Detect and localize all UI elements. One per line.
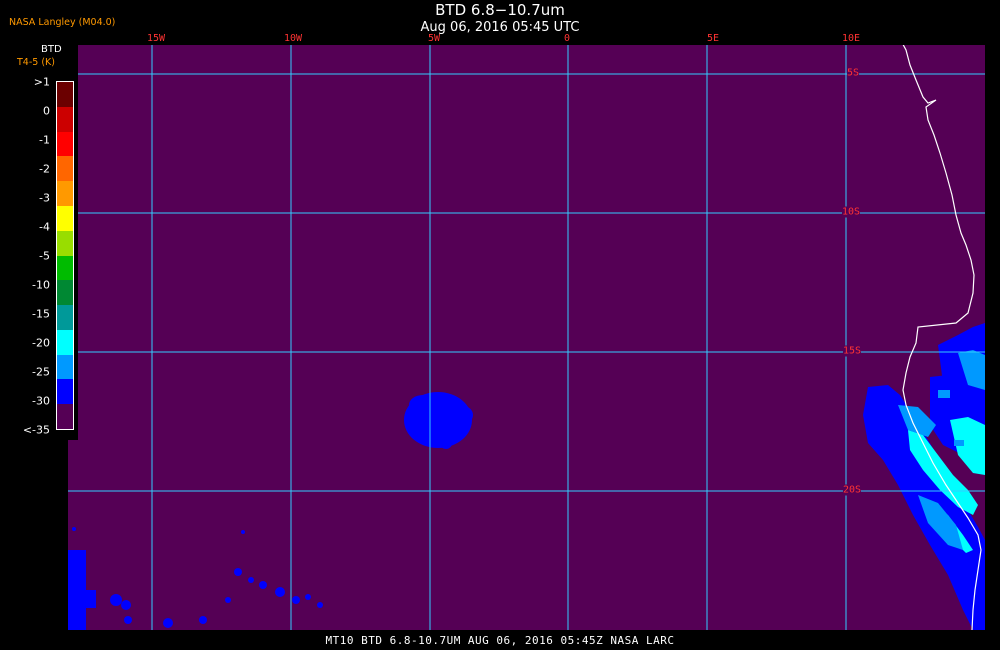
lon-label-5e: 5E	[706, 33, 720, 44]
legend-swatch	[57, 404, 73, 430]
legend-tick-label: -2	[39, 162, 50, 176]
legend-swatch	[57, 82, 73, 108]
legend-tick-label: -15	[32, 307, 50, 321]
footer-caption: MT10 BTD 6.8-10.7UM AUG 06, 2016 05:45Z …	[325, 634, 675, 647]
btd-cloud-features	[68, 323, 985, 630]
lon-label-10e: 10E	[841, 33, 861, 44]
lon-label-15w: 15W	[146, 33, 166, 44]
legend-swatch	[57, 156, 73, 182]
legend-tick-label: -5	[39, 249, 50, 263]
graticule	[68, 45, 985, 630]
legend-swatch	[57, 131, 73, 157]
legend-tick-label: -3	[39, 191, 50, 205]
lon-label-5w: 5W	[427, 33, 441, 44]
legend-swatch	[57, 305, 73, 331]
legend-swatch	[57, 379, 73, 405]
credit-label: NASA Langley (M04.0)	[9, 17, 116, 28]
legend-tick-label: -30	[32, 394, 50, 408]
legend-tick-label: -20	[32, 336, 50, 350]
image-title: BTD 6.8−10.7um	[435, 1, 565, 19]
legend-title: BTD	[41, 44, 62, 55]
legend-units: T4-5 (K)	[17, 57, 55, 68]
lat-label-5s: 5S	[846, 67, 860, 79]
legend-tick-label: -25	[32, 365, 50, 379]
lat-label-20s: 20S	[842, 484, 862, 496]
legend-swatch	[57, 255, 73, 281]
legend-tick-label: <-35	[22, 423, 50, 437]
legend-swatch	[57, 354, 73, 380]
legend-swatch	[57, 230, 73, 256]
color-legend: BTD T4-5 (K) >1 0 -1 -2 -3 -4 -5 -10 -15 -20 -25 -3…	[0, 40, 78, 440]
legend-tick-label: 0	[43, 104, 50, 118]
legend-tick-label: -10	[32, 278, 50, 292]
lat-label-15s: 15S	[842, 345, 862, 357]
legend-tick-label: -1	[39, 133, 50, 147]
legend-colorbar	[56, 81, 74, 430]
legend-swatch	[57, 106, 73, 133]
legend-tick-label: -4	[39, 220, 50, 234]
lon-label-0: 0	[563, 33, 571, 44]
lat-label-10s: 10S	[841, 206, 861, 218]
legend-swatch	[57, 205, 73, 232]
legend-swatch	[57, 280, 73, 306]
satellite-map	[68, 45, 985, 630]
map-overlay	[68, 45, 985, 630]
legend-tick-label: >1	[33, 75, 50, 89]
legend-swatch	[57, 181, 73, 207]
lon-label-10w: 10W	[283, 33, 303, 44]
legend-swatch	[57, 329, 73, 356]
